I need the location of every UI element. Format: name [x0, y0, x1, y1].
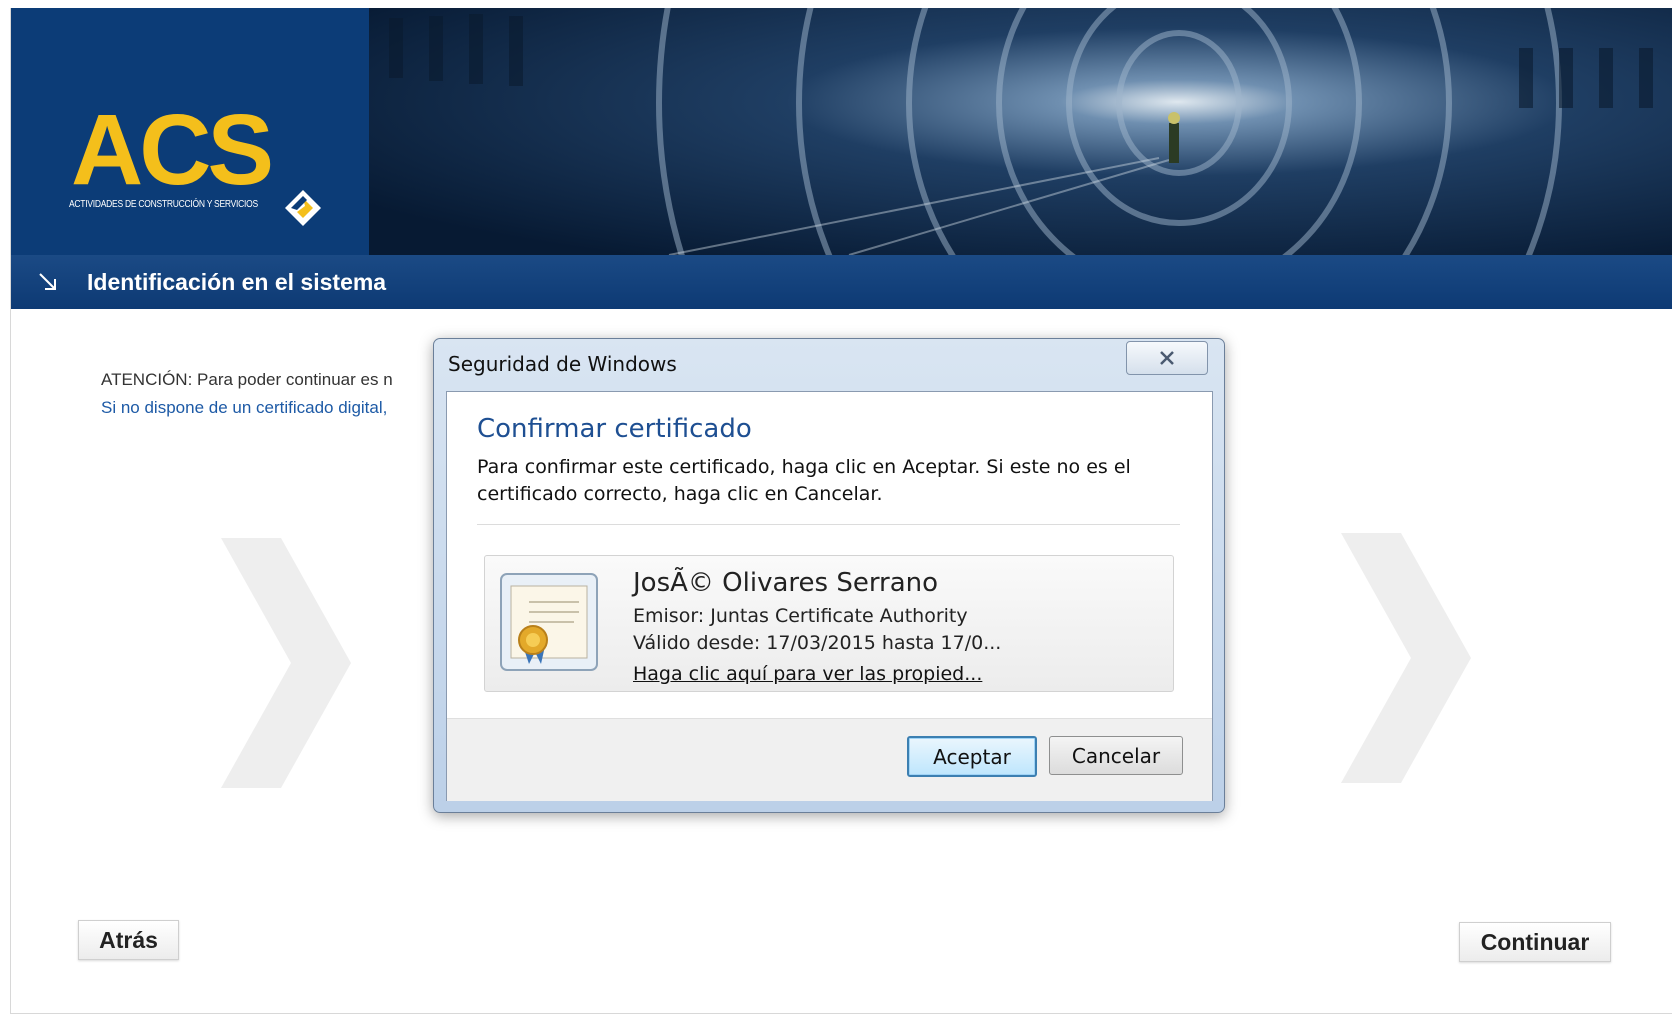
page-title: Identificación en el sistema [87, 269, 387, 295]
dialog-title: Seguridad de Windows [448, 352, 677, 376]
title-bar: Identificación en el sistema [11, 255, 1672, 309]
tunnel-photo [369, 8, 1672, 255]
certificate-validity: Válido desde: 17/03/2015 hasta 17/0... [633, 632, 1002, 654]
chevron-right-icon [221, 538, 351, 788]
close-button[interactable] [1126, 341, 1208, 375]
continue-button[interactable]: Continuar [1459, 922, 1611, 962]
certificate-issuer: Emisor: Juntas Certificate Authority [633, 605, 968, 627]
close-icon [1160, 351, 1174, 365]
accept-button[interactable]: Aceptar [907, 736, 1037, 777]
header-banner: ACS ACTIVIDADES DE CONSTRUCCIÓN Y SERVIC… [11, 8, 1672, 255]
no-certificate-link[interactable]: Si no dispone de un certificado digital, [101, 398, 387, 418]
attention-notice: ATENCIÓN: Para poder continuar es n [101, 370, 393, 389]
logo-subtitle: ACTIVIDADES DE CONSTRUCCIÓN Y SERVICIOS [69, 199, 258, 210]
windows-security-dialog: Seguridad de Windows Confirmar certifica… [433, 338, 1225, 813]
dialog-description: Para confirmar este certificado, haga cl… [477, 456, 1131, 505]
dialog-heading: Confirmar certificado [477, 414, 752, 444]
chevron-right-icon [1341, 533, 1471, 783]
dialog-body: Confirmar certificado Para confirmar est… [446, 391, 1213, 801]
arrow-down-right-icon [39, 273, 56, 290]
divider [477, 524, 1180, 525]
certificate-icon [500, 573, 598, 671]
cancel-button[interactable]: Cancelar [1049, 736, 1183, 775]
logo-text: ACS [71, 94, 274, 206]
certificate-tile[interactable]: JosÃ© Olivares Serrano Emisor: Juntas Ce… [484, 555, 1174, 692]
dialog-button-bar: Aceptar Cancelar [447, 718, 1212, 801]
certificate-properties-link[interactable]: Haga clic aquí para ver las propied... [633, 663, 982, 685]
logo: ACS ACTIVIDADES DE CONSTRUCCIÓN Y SERVIC… [11, 8, 369, 255]
certificate-holder-name: JosÃ© Olivares Serrano [633, 568, 939, 598]
back-button[interactable]: Atrás [78, 920, 179, 960]
logo-diamond-icon [285, 190, 321, 226]
